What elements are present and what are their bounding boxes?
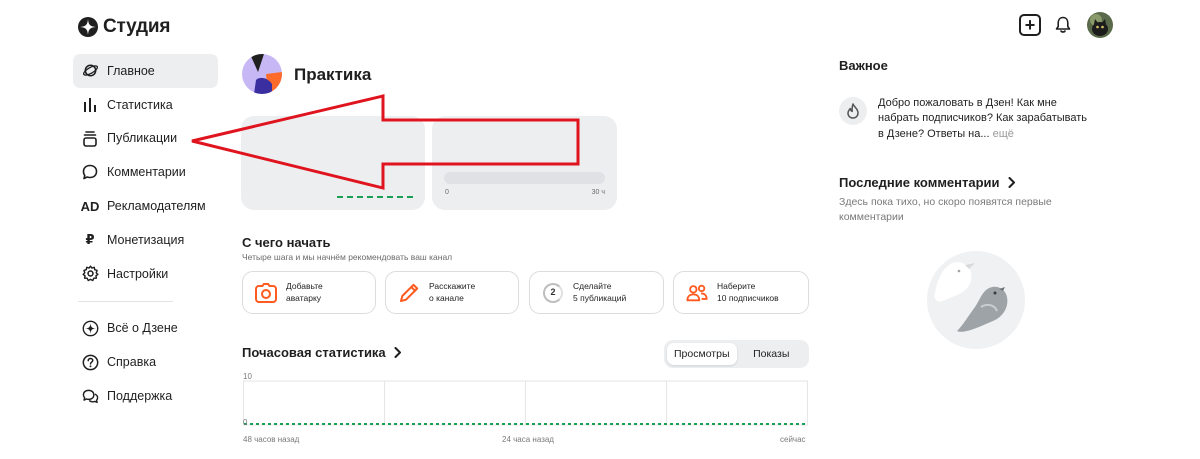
bar-chart-icon xyxy=(81,96,99,114)
progress-ring-icon: 2 xyxy=(542,282,564,304)
metric-toggle: Просмотры Показы xyxy=(664,340,809,368)
card-axis-end: 30 ч xyxy=(591,189,605,196)
notifications-button[interactable] xyxy=(1055,14,1075,36)
stats-card xyxy=(241,116,425,210)
sidebar-item-label: Монетизация xyxy=(107,232,185,247)
sidebar-item-help[interactable]: Справка xyxy=(73,345,218,379)
add-content-button[interactable]: + xyxy=(1019,14,1041,36)
news-item[interactable]: Добро пожаловать в Дзен! Как мне набрать… xyxy=(878,96,1093,142)
step-describe-channel[interactable]: Расскажите о канале xyxy=(385,271,519,314)
ruble-icon: ₽ xyxy=(85,231,95,247)
step-get-subscribers[interactable]: Наберите 10 подписчиков xyxy=(673,271,809,314)
stats-card-line xyxy=(337,196,413,198)
sidebar-item-label: Поддержка xyxy=(107,389,173,404)
y-tick-label: 10 xyxy=(243,372,252,381)
sidebar-item-label: Главное xyxy=(107,63,155,78)
planet-icon xyxy=(81,62,99,80)
sidebar-item-publications[interactable]: Публикации xyxy=(73,122,218,156)
toggle-impressions[interactable]: Показы xyxy=(737,343,807,365)
chevron-right-icon xyxy=(394,347,401,358)
more-link[interactable]: ещё xyxy=(993,128,1014,140)
y-tick-label: 0 xyxy=(243,418,248,427)
hourly-chart xyxy=(243,380,808,426)
sidebar-item-monetization[interactable]: ₽ Монетизация xyxy=(73,223,218,257)
x-tick-label: 24 часа назад xyxy=(502,435,554,444)
chat-icon xyxy=(81,387,99,405)
logo[interactable]: Студия xyxy=(78,16,170,38)
step-label: Расскажите о канале xyxy=(429,281,476,303)
sidebar-item-label: Настройки xyxy=(107,266,169,281)
news-avatar xyxy=(839,97,867,125)
sidebar-item-label: Публикации xyxy=(107,131,178,146)
sidebar-item-comments[interactable]: Комментарии xyxy=(73,155,218,189)
card-axis-start: 0 xyxy=(445,189,449,196)
speech-bubble-icon xyxy=(81,163,99,181)
zen-star-icon xyxy=(81,319,99,337)
user-avatar[interactable] xyxy=(1087,12,1113,38)
x-tick-label: 48 часов назад xyxy=(243,435,300,444)
x-tick-label: сейчас xyxy=(780,435,806,444)
step-label: Сделайте 5 публикаций xyxy=(573,281,627,303)
sidebar-divider xyxy=(78,300,173,302)
hourly-stats-title[interactable]: Почасовая статистика xyxy=(242,345,402,360)
step-label: Добавьте аватарку xyxy=(286,281,323,303)
stats-card: 0 30 ч xyxy=(432,116,617,210)
step-add-avatar[interactable]: Добавьте аватарку xyxy=(242,271,376,314)
gear-icon xyxy=(81,265,99,283)
sidebar-item-label: Рекламодателям xyxy=(107,199,206,214)
logo-text: Студия xyxy=(103,16,171,37)
last-comments-title[interactable]: Последние комментарии xyxy=(839,175,1016,190)
question-icon xyxy=(81,353,99,371)
sidebar-item-about-zen[interactable]: Всё о Дзене xyxy=(73,312,218,346)
cat-avatar-icon xyxy=(1087,12,1113,38)
sidebar-item-stats[interactable]: Статистика xyxy=(73,88,218,122)
sidebar: Главное Статистика Публикации Комментари… xyxy=(73,54,218,413)
channel-avatar[interactable] xyxy=(242,54,282,94)
stack-icon xyxy=(81,129,99,147)
plus-square-icon: + xyxy=(1024,15,1036,35)
sidebar-item-label: Статистика xyxy=(107,97,173,112)
header-actions: + xyxy=(1019,12,1113,38)
channel-name: Практика xyxy=(294,65,372,84)
getting-started-title: С чего начать xyxy=(242,235,331,250)
sidebar-item-advertisers[interactable]: AD Рекламодателям xyxy=(73,189,218,223)
stats-card-bar xyxy=(444,172,605,184)
sidebar-item-label: Справка xyxy=(107,355,157,370)
sidebar-item-label: Комментарии xyxy=(107,165,186,180)
step-progress-number: 2 xyxy=(543,282,563,303)
empty-state-birds-illustration xyxy=(927,251,1025,349)
pencil-icon xyxy=(398,282,420,304)
bell-icon xyxy=(1055,16,1071,33)
users-icon xyxy=(686,282,708,304)
getting-started-subtitle: Четыре шага и мы начнём рекомендовать ва… xyxy=(242,252,453,262)
chevron-right-icon xyxy=(1008,177,1015,188)
step-label: Наберите 10 подписчиков xyxy=(717,281,779,303)
comments-empty-text: Здесь пока тихо, но скоро появятся первы… xyxy=(839,196,1052,224)
sidebar-item-support[interactable]: Поддержка xyxy=(73,379,218,413)
toggle-views[interactable]: Просмотры xyxy=(667,343,737,365)
ad-icon: AD xyxy=(80,198,100,214)
sidebar-item-label: Всё о Дзене xyxy=(107,321,178,336)
zen-logo-icon xyxy=(78,17,98,37)
channel-avatar-image xyxy=(242,54,282,94)
flame-icon xyxy=(847,103,859,119)
important-title: Важное xyxy=(839,58,888,73)
camera-icon xyxy=(255,282,277,304)
sidebar-item-home[interactable]: Главное xyxy=(73,54,218,88)
sidebar-item-settings[interactable]: Настройки xyxy=(73,257,218,291)
step-make-publications[interactable]: 2 Сделайте 5 публикаций xyxy=(529,271,664,314)
